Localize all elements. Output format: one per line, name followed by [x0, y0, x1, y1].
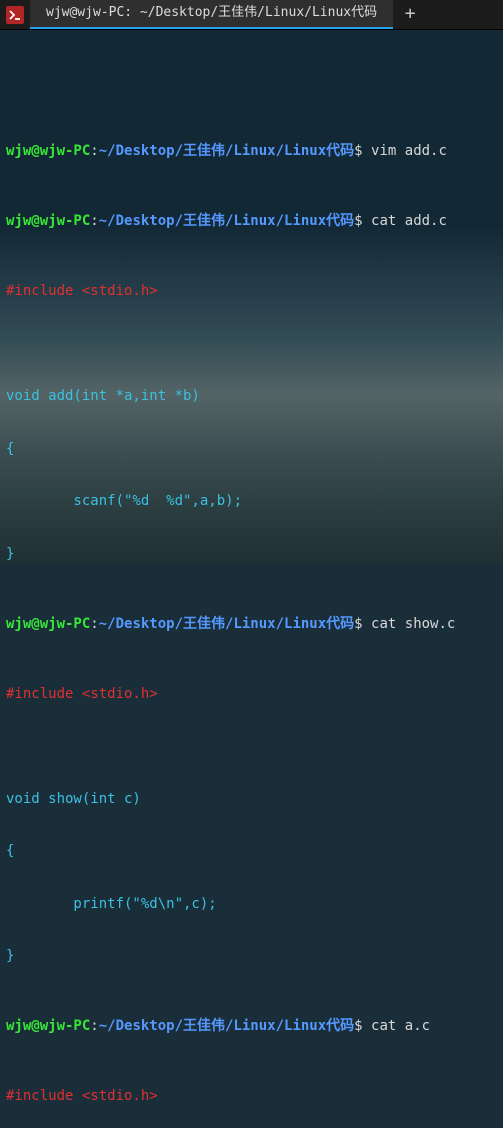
code-line: void show(int c)	[6, 791, 497, 809]
user-host: wjw@wjw-PC	[6, 1018, 90, 1034]
command-text: vim add.c	[371, 143, 447, 159]
command-text: cat a.c	[371, 1018, 430, 1034]
code-line: #include <stdio.h>	[6, 283, 497, 301]
code-line	[6, 738, 497, 756]
cwd-path: ~/Desktop/王佳伟/Linux/Linux代码	[99, 213, 354, 229]
tab-title: wjw@wjw-PC: ~/Desktop/王佳伟/Linux/Linux代码	[46, 5, 377, 21]
command-text: cat show.c	[371, 616, 455, 632]
cwd-path: ~/Desktop/王佳伟/Linux/Linux代码	[99, 143, 354, 159]
cwd-path: ~/Desktop/王佳伟/Linux/Linux代码	[99, 1018, 354, 1034]
terminal-output[interactable]: wjw@wjw-PC:~/Desktop/王佳伟/Linux/Linux代码$ …	[0, 30, 503, 1128]
code-line: printf("%d\n",c);	[6, 896, 497, 914]
blank-line	[6, 73, 497, 91]
code-line: }	[6, 546, 497, 564]
user-host: wjw@wjw-PC	[6, 213, 90, 229]
active-tab[interactable]: wjw@wjw-PC: ~/Desktop/王佳伟/Linux/Linux代码	[30, 0, 393, 29]
prompt-line: wjw@wjw-PC:~/Desktop/王佳伟/Linux/Linux代码$ …	[6, 213, 497, 231]
code-line: {	[6, 843, 497, 861]
user-host: wjw@wjw-PC	[6, 143, 90, 159]
prompt-line: wjw@wjw-PC:~/Desktop/王佳伟/Linux/Linux代码$ …	[6, 1018, 497, 1036]
code-line: #include <stdio.h>	[6, 1088, 497, 1106]
code-line: void add(int *a,int *b)	[6, 388, 497, 406]
command-text: cat add.c	[371, 213, 447, 229]
code-line	[6, 336, 497, 354]
code-line: {	[6, 441, 497, 459]
plus-icon: +	[405, 3, 416, 26]
prompt-line: wjw@wjw-PC:~/Desktop/王佳伟/Linux/Linux代码$ …	[6, 616, 497, 634]
new-tab-button[interactable]: +	[393, 0, 427, 29]
cwd-path: ~/Desktop/王佳伟/Linux/Linux代码	[99, 616, 354, 632]
user-host: wjw@wjw-PC	[6, 616, 90, 632]
titlebar: wjw@wjw-PC: ~/Desktop/王佳伟/Linux/Linux代码 …	[0, 0, 503, 30]
terminal-app-icon	[0, 0, 30, 29]
code-line: }	[6, 948, 497, 966]
prompt-line: wjw@wjw-PC:~/Desktop/王佳伟/Linux/Linux代码$ …	[6, 143, 497, 161]
code-line: #include <stdio.h>	[6, 686, 497, 704]
code-line: scanf("%d %d",a,b);	[6, 493, 497, 511]
